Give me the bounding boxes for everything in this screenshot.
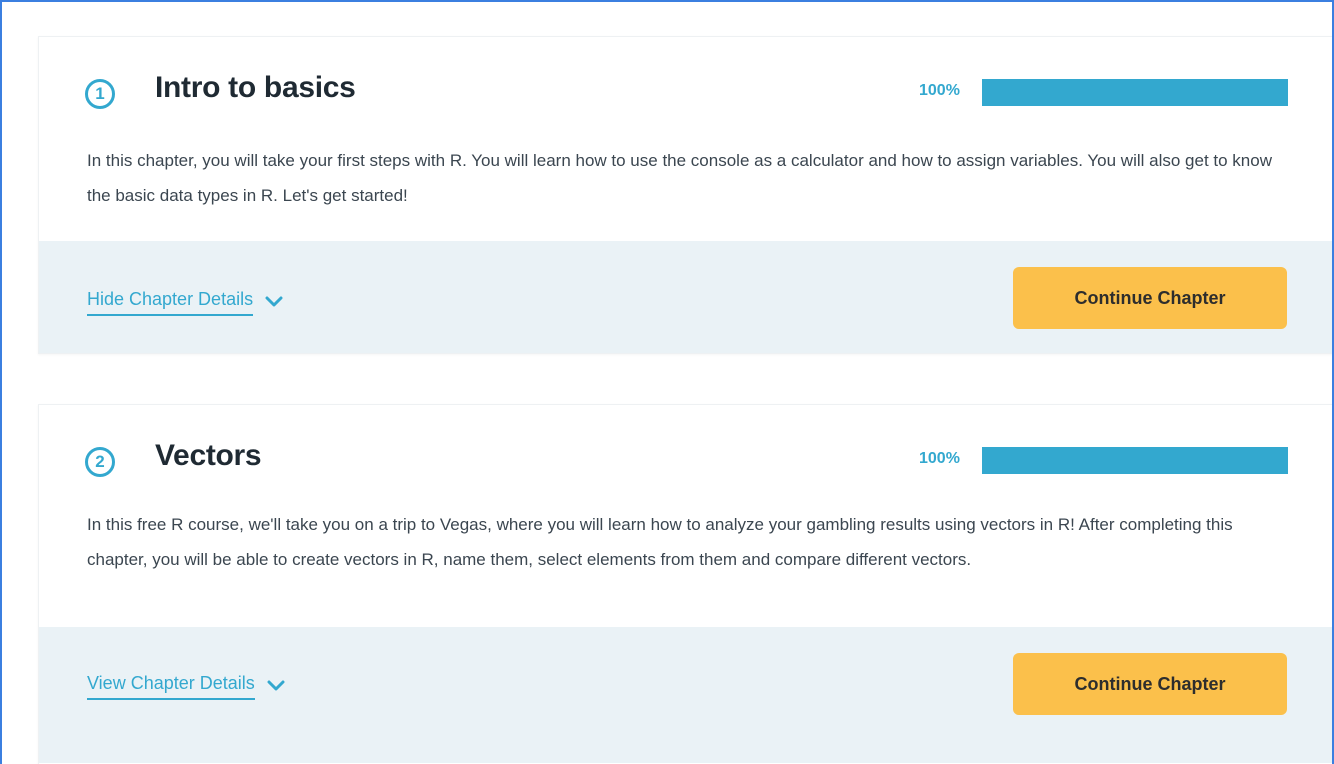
continue-chapter-button[interactable]: Continue Chapter [1013, 267, 1287, 329]
chapter-card-2: 2 Vectors 100% In this free R course, we… [38, 404, 1332, 764]
chapter-description: In this free R course, we'll take you on… [87, 515, 1233, 569]
progress-bar-fill [982, 447, 1288, 474]
chapter-card-1: 1 Intro to basics 100% In this chapter, … [38, 36, 1332, 354]
details-toggle-label: View Chapter Details [87, 673, 255, 700]
progress-bar-fill [982, 79, 1288, 106]
chevron-down-icon [265, 296, 283, 306]
chapter-description: In this chapter, you will take your firs… [87, 151, 1272, 205]
chapter-title: Vectors [155, 439, 262, 472]
chapter-title: Intro to basics [155, 71, 356, 104]
progress-bar [982, 447, 1288, 474]
chapter-footer: Hide Chapter Details Continue Chapter [39, 241, 1332, 353]
chapter-header: 2 Vectors 100% [39, 405, 1332, 477]
chapter-header: 1 Intro to basics 100% [39, 37, 1332, 109]
continue-chapter-button[interactable]: Continue Chapter [1013, 653, 1287, 715]
chevron-down-icon [267, 680, 285, 690]
progress-percent: 100% [919, 82, 960, 99]
screenshot-frame: 1 Intro to basics 100% In this chapter, … [0, 0, 1334, 764]
progress-bar [982, 79, 1288, 106]
chapter-number-badge: 1 [85, 79, 115, 109]
chapter-footer: View Chapter Details Continue Chapter [39, 627, 1332, 763]
progress-percent: 100% [919, 450, 960, 467]
chapter-number-badge: 2 [85, 447, 115, 477]
view-chapter-details-link[interactable]: View Chapter Details [87, 673, 285, 700]
details-toggle-label: Hide Chapter Details [87, 289, 254, 316]
hide-chapter-details-link[interactable]: Hide Chapter Details [87, 289, 283, 316]
